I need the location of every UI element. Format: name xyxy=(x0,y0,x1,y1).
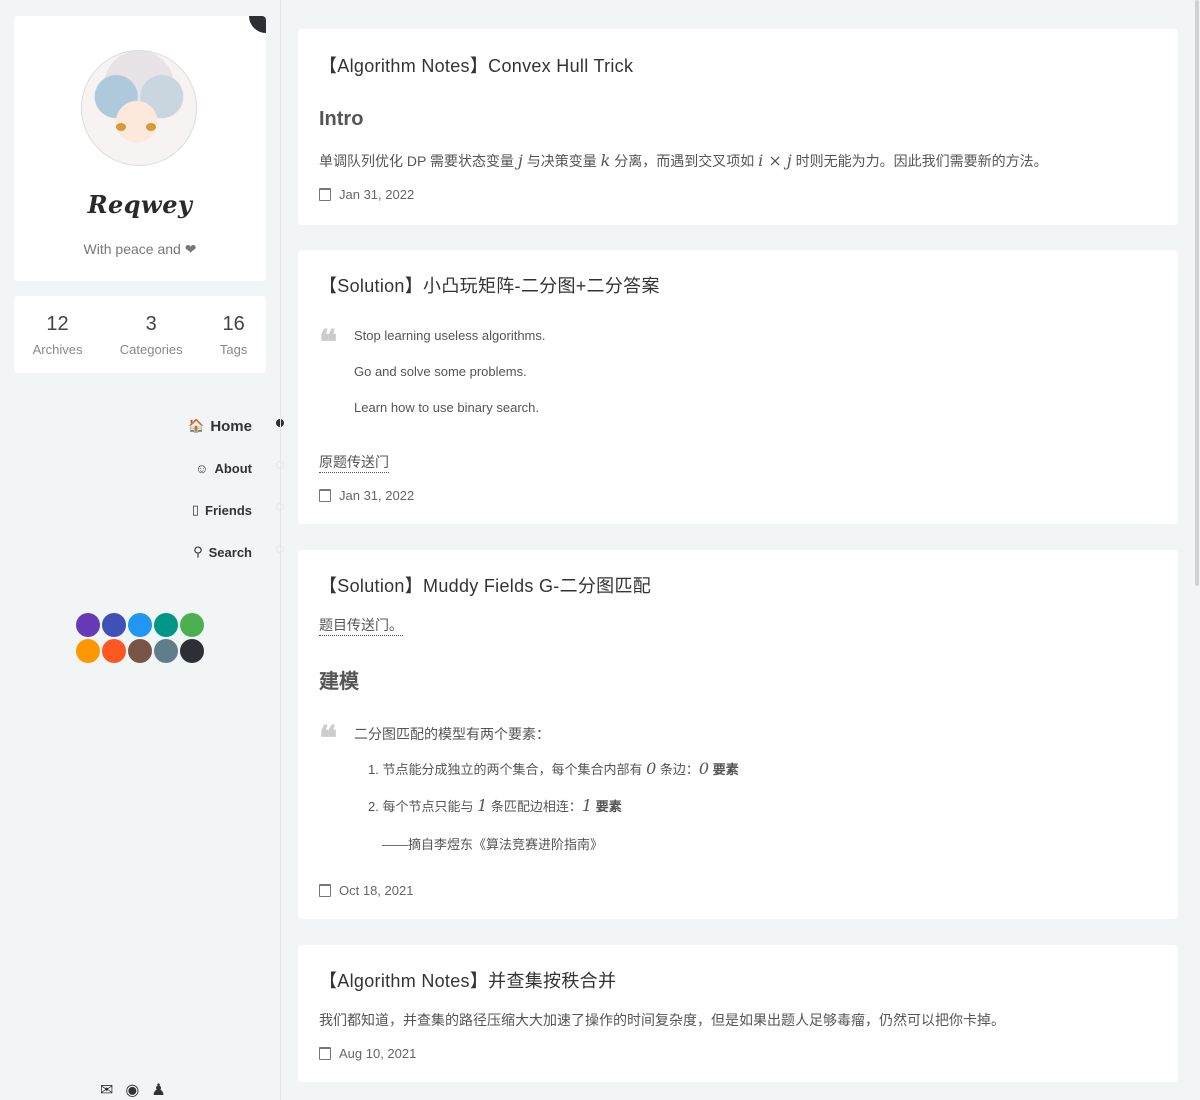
list-item: 2. 每个节点只能与 1 条匹配边相连：1 要素 xyxy=(368,796,622,815)
stat-tags[interactable]: 16 Tags xyxy=(220,313,247,357)
stat-label: Archives xyxy=(32,341,83,357)
quote-line: Learn how to use binary search. xyxy=(354,400,539,415)
theme-color-swatch[interactable] xyxy=(102,639,126,663)
github-icon[interactable]: ◉ xyxy=(125,1080,139,1100)
nav-label: Home xyxy=(210,417,252,435)
scrollbar-thumb[interactable] xyxy=(1195,0,1199,586)
theme-color-swatch[interactable] xyxy=(76,613,100,637)
nav-item-about[interactable]: ☺ About xyxy=(72,447,252,489)
avatar xyxy=(81,50,197,166)
post-excerpt: 我们都知道，并查集的路径压缩大大加速了操作的时间复杂度，但是如果出题人足够毒瘤，… xyxy=(319,1012,1005,1028)
nav-item-home[interactable]: 🏠 Home xyxy=(72,405,252,447)
nav-label: About xyxy=(214,460,252,476)
sidebar-divider xyxy=(280,0,281,1100)
theme-color-swatch[interactable] xyxy=(154,613,178,637)
problem-link[interactable]: 题目传送门。 xyxy=(319,615,403,636)
calendar-icon xyxy=(319,188,331,201)
post-heading: 建模 xyxy=(319,671,359,693)
post-title[interactable]: 【Algorithm Notes】并查集按秩合并 xyxy=(319,967,616,993)
theme-color-swatch[interactable] xyxy=(128,613,152,637)
stat-archives[interactable]: 12 Archives xyxy=(33,313,83,357)
post-card: 【Solution】Muddy Fields G-二分图匹配 题目传送门。 建模… xyxy=(298,550,1178,919)
calendar-icon xyxy=(319,489,331,502)
theme-color-swatch[interactable] xyxy=(154,639,178,663)
post-heading: Intro xyxy=(319,108,364,130)
stat-categories[interactable]: 3 Categories xyxy=(120,313,183,357)
quote-source: ——摘自李煜东《算法竞赛进阶指南》 xyxy=(382,837,604,852)
quote-icon: ❝ xyxy=(319,719,338,759)
nav-item-search[interactable]: ⚲ Search xyxy=(72,531,252,573)
post-card: 【Algorithm Notes】Convex Hull Trick Intro… xyxy=(298,29,1178,225)
quote-line: Go and solve some problems. xyxy=(354,364,527,379)
theme-color-swatch[interactable] xyxy=(76,639,100,663)
post-date: Jan 31, 2022 xyxy=(319,488,414,503)
nav-label: Friends xyxy=(205,502,252,518)
social-links: ✉ ◉ ♟ xyxy=(100,1080,166,1100)
theme-color-swatch[interactable] xyxy=(180,639,204,663)
post-card: 【Algorithm Notes】并查集按秩合并 我们都知道，并查集的路径压缩大… xyxy=(298,945,1178,1082)
search-icon: ⚲ xyxy=(193,544,203,559)
post-title[interactable]: 【Solution】小凸玩矩阵-二分图+二分答案 xyxy=(319,272,660,298)
stat-label: Tags xyxy=(219,341,248,357)
quote-line: Stop learning useless algorithms. xyxy=(354,328,546,343)
quote-line: 二分图匹配的模型有两个要素： xyxy=(354,726,550,742)
calendar-icon xyxy=(319,1047,331,1060)
post-title[interactable]: 【Solution】Muddy Fields G-二分图匹配 xyxy=(319,572,651,598)
smile-icon: ☺ xyxy=(195,460,209,476)
post-date: Aug 10, 2021 xyxy=(319,1046,416,1061)
scrollbar[interactable] xyxy=(1194,0,1200,1100)
post-title[interactable]: 【Algorithm Notes】Convex Hull Trick xyxy=(319,52,633,78)
quote-icon: ❝ xyxy=(319,323,338,363)
author-name: Reqwey xyxy=(87,190,193,219)
sidebar: Reqwey With peace and ❤ 12 Archives 3 Ca… xyxy=(0,0,284,1100)
problem-link[interactable]: 原题传送门 xyxy=(319,452,389,473)
home-icon: 🏠 xyxy=(188,418,205,433)
stat-count: 3 xyxy=(145,312,157,335)
theme-corner-toggle[interactable] xyxy=(249,16,266,33)
post-excerpt: 单调队列优化 DP 需要状态变量 j 与决策变量 k 分离，而遇到交叉项如 i … xyxy=(319,151,1048,170)
qq-icon[interactable]: ♟ xyxy=(151,1080,165,1100)
profile-card: Reqwey With peace and ❤ xyxy=(14,16,266,281)
theme-color-swatch[interactable] xyxy=(128,639,152,663)
theme-color-picker xyxy=(76,613,208,665)
nav-label: Search xyxy=(208,544,252,560)
stats-card: 12 Archives 3 Categories 16 Tags xyxy=(14,296,266,373)
friends-icon: ▯ xyxy=(191,502,200,517)
theme-color-swatch[interactable] xyxy=(102,613,126,637)
author-description: With peace and ❤ xyxy=(83,241,197,257)
theme-color-swatch[interactable] xyxy=(180,613,204,637)
post-card: 【Solution】小凸玩矩阵-二分图+二分答案 ❝ Stop learning… xyxy=(298,250,1178,524)
stat-label: Categories xyxy=(119,341,183,357)
list-item: 1. 节点能分成独立的两个集合，每个集合内部有 0 条边：0 要素 xyxy=(368,759,739,778)
calendar-icon xyxy=(319,884,331,897)
main-nav: 🏠 Home ☺ About ▯ Friends ⚲ Search xyxy=(72,405,252,573)
stat-count: 16 xyxy=(222,312,245,335)
post-date: Oct 18, 2021 xyxy=(319,883,413,898)
mail-icon[interactable]: ✉ xyxy=(100,1080,113,1100)
post-date: Jan 31, 2022 xyxy=(319,187,414,202)
stat-count: 12 xyxy=(46,312,69,335)
nav-item-friends[interactable]: ▯ Friends xyxy=(72,489,252,531)
